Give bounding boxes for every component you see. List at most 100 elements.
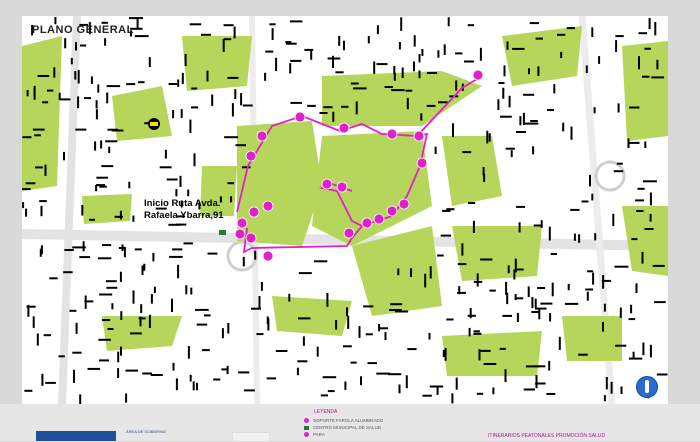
building-block: [152, 252, 155, 262]
building-block: [302, 336, 305, 346]
building-block: [480, 349, 491, 352]
building-block: [128, 181, 131, 189]
building-block: [230, 196, 233, 203]
building-block: [43, 334, 51, 337]
building-block: [457, 263, 467, 266]
building-block: [25, 182, 36, 185]
route-marker: [245, 150, 257, 162]
building-block: [564, 302, 579, 305]
building-block: [455, 80, 458, 91]
building-block: [589, 174, 591, 187]
building-block: [26, 90, 29, 97]
building-block: [537, 287, 545, 289]
park-area: [502, 26, 582, 86]
building-block: [591, 27, 594, 37]
building-block: [233, 26, 236, 39]
building-block: [244, 389, 255, 392]
building-block: [275, 350, 288, 352]
building-block: [49, 277, 58, 280]
general-map[interactable]: PLANO GENERAL Inicio Ruta Avda. Rafaela …: [22, 16, 668, 404]
route-marker: [361, 217, 373, 229]
building-block: [193, 153, 196, 167]
building-block: [601, 279, 612, 282]
building-block: [480, 258, 493, 261]
building-block: [630, 304, 633, 314]
building-block: [114, 215, 123, 218]
route-marker: [248, 206, 260, 218]
building-block: [566, 27, 575, 30]
roundabout: [594, 160, 626, 192]
building-block: [288, 293, 291, 302]
building-block: [523, 93, 535, 96]
building-block: [397, 268, 400, 276]
building-block: [365, 333, 373, 336]
building-block: [207, 252, 218, 255]
building-block: [74, 71, 77, 80]
building-block: [105, 280, 117, 283]
building-block: [222, 39, 225, 52]
building-block: [538, 309, 541, 320]
building-block: [638, 56, 640, 70]
building-block: [238, 371, 250, 374]
building-block: [418, 70, 421, 79]
building-block: [153, 286, 156, 293]
route-start-marker-icon: [219, 230, 226, 235]
building-block: [523, 388, 535, 391]
building-block: [99, 359, 109, 362]
building-block: [24, 389, 33, 392]
building-block: [96, 176, 108, 179]
building-block: [557, 33, 566, 36]
route-marker: [373, 213, 385, 225]
building-block: [400, 17, 403, 31]
building-block: [141, 265, 144, 275]
building-block: [265, 50, 274, 53]
building-block: [60, 98, 71, 101]
building-block: [398, 42, 401, 50]
building-block: [326, 293, 329, 307]
building-block: [532, 146, 535, 155]
building-block: [533, 224, 542, 227]
building-block: [524, 122, 539, 125]
legend-item-label: SOPORTE FAROLA ALUMBRADO: [313, 418, 384, 423]
building-block: [379, 327, 388, 330]
building-block: [389, 309, 402, 311]
route-start-line2: Rafaela Ybarra,91: [144, 210, 224, 221]
building-block: [172, 362, 175, 371]
building-block: [134, 248, 142, 251]
building-block: [322, 376, 337, 379]
building-block: [605, 377, 608, 390]
building-block: [535, 37, 543, 40]
map-canvas[interactable]: [22, 16, 668, 404]
building-block: [462, 151, 472, 154]
building-block: [341, 105, 349, 108]
building-block: [654, 301, 666, 304]
legend-item-label: CENTRO MUNICIPAL DE SALUD: [313, 425, 382, 430]
building-block: [424, 273, 427, 288]
route-start-line1: Inicio Ruta Avda.: [144, 198, 221, 209]
building-block: [148, 57, 151, 67]
building-block: [99, 293, 113, 296]
roundabout: [226, 240, 258, 272]
building-block: [189, 23, 202, 26]
building-block: [290, 101, 302, 104]
building-block: [96, 184, 105, 187]
building-block: [593, 107, 596, 114]
building-block: [290, 59, 302, 62]
building-block: [468, 202, 476, 204]
building-block: [73, 369, 75, 383]
building-block: [289, 63, 292, 74]
building-block: [598, 56, 601, 64]
building-block: [615, 344, 627, 347]
route-marker: [338, 122, 350, 134]
building-block: [69, 309, 77, 312]
building-block: [413, 61, 415, 72]
building-block: [327, 390, 335, 393]
building-block: [570, 126, 573, 140]
building-block: [529, 22, 539, 25]
building-block: [36, 333, 39, 346]
building-block: [492, 387, 495, 395]
building-block: [64, 249, 74, 251]
building-block: [150, 294, 153, 304]
building-block: [106, 85, 121, 88]
building-block: [64, 38, 67, 49]
